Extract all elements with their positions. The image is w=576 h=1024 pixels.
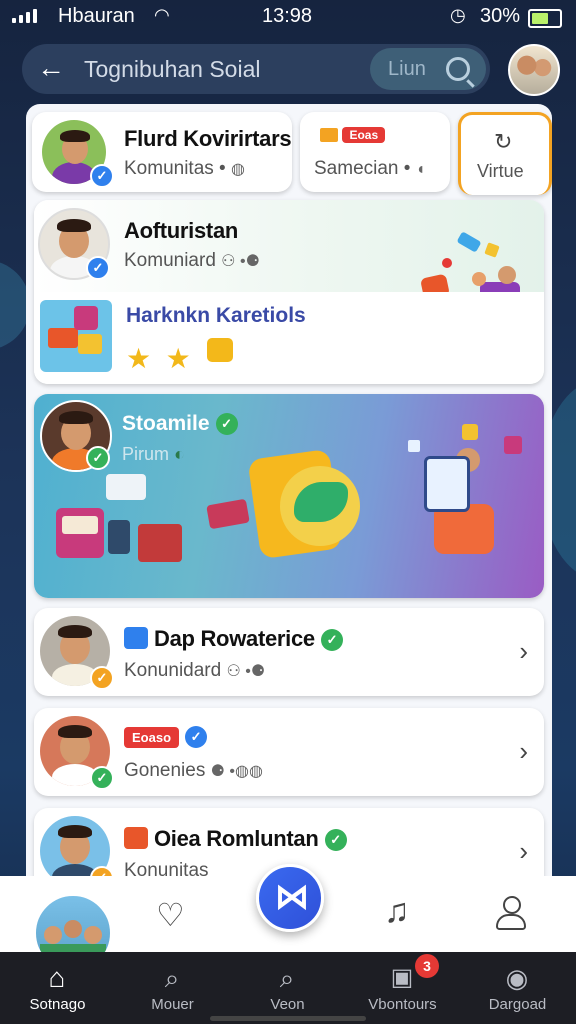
flag-icon [124,627,148,649]
community-type: Gonenies ⚈ •◍◍ [124,760,263,781]
star-icon: ★ [165,343,191,374]
community-card[interactable]: Eoas Samecian • ◖ [300,112,450,192]
bottom-action-bar: ♡ ⋈ ♫ [0,864,576,972]
verified-icon: ✓ [215,413,238,436]
tab-label: Dargoad [488,996,547,1013]
verified-badge-icon: ✓ [86,256,110,280]
battery-icon [528,9,562,28]
tab-profile[interactable]: ◉ Dargoad [460,952,575,1024]
community-type: Konunidard ⚇ •⚈ [124,660,266,681]
verified-icon: ✓ [324,829,347,852]
search-icon [446,57,470,81]
verified-badge-icon: ✓ [90,164,114,188]
verified-icon: ✓ [185,726,208,748]
chevron-right-icon[interactable]: › [519,636,528,667]
clock: 13:98 [262,5,313,27]
members-icon: ⚈ •◍◍ [210,763,263,780]
members-icon: ⚇ •⚈ [226,663,266,680]
profile-avatar[interactable] [508,44,560,96]
status-bar: Hbauran ◠ 13:98 ◷ 30% [0,0,576,34]
battery-percent: 30% [480,5,521,27]
members-icon: ⚇ •⚈ [221,253,260,270]
community-type: Komuniard ⚇ •⚈ [124,250,260,271]
badge-icon [124,827,148,849]
promo-title: Harknkn Karetiols [126,304,306,327]
globe-icon: ◍ [230,161,245,178]
notification-badge: 3 [415,954,439,978]
app-header: ← Tognibuhan Soial Liun [22,44,490,94]
community-type: Komunitas • ◍ [124,158,245,179]
radio-illustration [56,474,256,584]
tab-label: Veon [270,996,305,1013]
community-name: Oiea Romluntan ✓ [124,826,347,852]
verified-badge-icon: ✓ [86,446,110,470]
home-indicator [210,1016,366,1021]
back-arrow-icon[interactable]: ← [34,52,68,86]
signal-icon [12,9,37,23]
tag-label: Eoas [342,126,386,143]
chevron-right-icon[interactable]: › [519,736,528,767]
search-button[interactable]: Liun [370,48,486,90]
tab-label: Sotnago [29,996,86,1013]
refresh-icon: ↻ [494,129,513,154]
community-name: Flurd Kovirirtars [124,126,292,151]
award-icon [207,338,234,362]
game-thumbnail [40,300,112,372]
compose-button[interactable]: ⋈ [256,864,324,932]
tab-label: Vbontours [368,996,437,1013]
promo-card[interactable]: Harknkn Karetiols ★ ★ [34,292,544,384]
search-label: Liun [388,58,426,80]
verified-badge-icon: ✓ [90,666,114,690]
wifi-icon: ◠ [154,5,170,25]
banner-title: Stoamile ✓ [122,412,238,436]
carrier-name: Hbauran [58,5,135,27]
rating-icons: ★ ★ [126,338,234,375]
star-icon: ★ [126,343,152,374]
user-icon[interactable] [496,896,526,932]
community-list-item[interactable]: ✓ Eoaso ✓ Gonenies ⚈ •◍◍ › [34,708,544,796]
alarm-icon: ◷ [450,5,466,25]
virtue-label: Virtue [477,161,524,181]
community-list-item[interactable]: ✓ Dap Rowaterice ✓ Konunidard ⚇ •⚈ › [34,608,544,696]
bottom-tab-bar: ⌂ Sotnago ⌕ Mouer ⌕ Veon ▣ 3 Vbontours ◉… [0,952,576,1024]
folder-icon [320,127,338,142]
home-icon: ⌂ [48,962,66,993]
community-tag: Eoaso ✓ [124,726,208,748]
heart-icon[interactable]: ♡ [156,896,185,934]
tab-label: Mouer [151,996,194,1013]
virtue-card[interactable]: ↻ Virtue [458,112,552,195]
briefcase-icon: ▣ [390,964,414,991]
community-card[interactable]: ✓ Flurd Kovirirtars Komunitas • ◍ [32,112,292,192]
chevron-right-icon[interactable]: › [519,836,528,867]
banner-subtitle: Pirum ◐ [122,444,185,464]
verified-badge-icon: ✓ [90,766,114,790]
lock-icon: ◖ [415,161,426,178]
search-icon: ⌕ [279,963,295,993]
person-tablet-illustration [404,424,534,574]
verified-icon: ✓ [320,629,343,652]
play-icon: ⋈ [275,878,309,916]
tab-notifications[interactable]: ▣ 3 Vbontours [345,952,460,1024]
tab-home[interactable]: ⌂ Sotnago [0,952,115,1024]
community-feed: ✓ Flurd Kovirirtars Komunitas • ◍ Eoas S… [26,104,552,884]
featured-banner[interactable]: ✓ Stoamile ✓ Pirum ◐ [34,394,544,598]
music-note-icon[interactable]: ♫ [384,892,410,931]
tab-explore[interactable]: ⌕ Veon [230,952,345,1024]
chat-icon: ◐ [174,444,185,464]
page-title: Tognibuhan Soial [84,56,261,82]
community-name: Aofturistan [124,218,239,243]
person-icon: ◉ [505,963,529,993]
featured-card[interactable]: ✓ Aofturistan Komuniard ⚇ •⚈ Harknkn Kar… [34,200,544,384]
category-tag: Eoas [320,126,386,144]
community-name: Dap Rowaterice ✓ [124,626,343,652]
tab-search[interactable]: ⌕ Mouer [115,952,230,1024]
search-icon: ⌕ [164,963,180,993]
app-logo-illustration [247,446,366,560]
community-type: Samecian • ◖ [314,158,426,179]
